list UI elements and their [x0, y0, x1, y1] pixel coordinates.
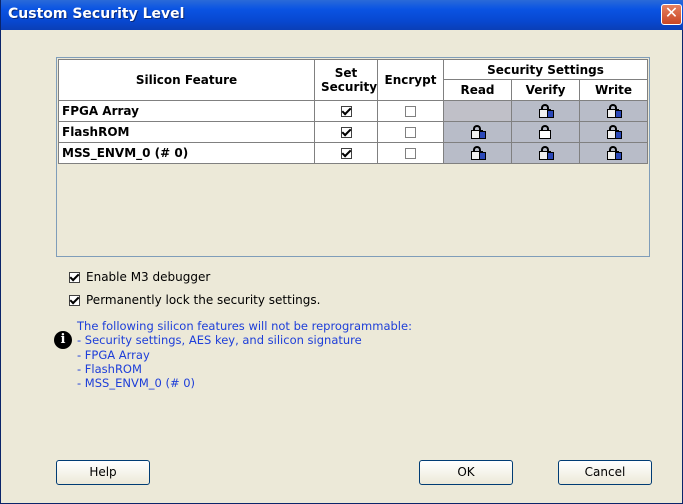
header-set-security-label: Set Security: [321, 66, 378, 94]
encrypt-checkbox[interactable]: [405, 127, 416, 138]
header-read: Read: [443, 79, 512, 101]
close-icon: ✕: [664, 3, 679, 22]
read-cell[interactable]: [443, 142, 512, 164]
encrypt-cell[interactable]: [377, 121, 444, 143]
info-line: The following silicon features will not …: [77, 319, 412, 333]
set-security-cell[interactable]: [314, 121, 378, 143]
close-button[interactable]: ✕: [661, 3, 682, 25]
cancel-button[interactable]: Cancel: [558, 460, 652, 485]
lock-icon: [606, 104, 622, 119]
info-line: - MSS_ENVM_0 (# 0): [77, 376, 196, 391]
header-write: Write: [579, 79, 648, 101]
header-encrypt: Encrypt: [377, 59, 444, 101]
encrypt-checkbox[interactable]: [405, 106, 416, 117]
write-cell[interactable]: [579, 121, 648, 143]
encrypt-cell[interactable]: [377, 100, 444, 122]
lock-icon: [606, 125, 622, 140]
enable-debugger-checkbox[interactable]: [69, 272, 80, 283]
row-name: FlashROM: [58, 121, 315, 143]
permanent-lock-checkbox[interactable]: [69, 295, 80, 306]
read-cell[interactable]: [443, 121, 512, 143]
encrypt-cell[interactable]: [377, 142, 444, 164]
header-verify: Verify: [511, 79, 580, 101]
set-security-cell[interactable]: [314, 142, 378, 164]
set-security-checkbox[interactable]: [340, 106, 352, 117]
set-security-checkbox[interactable]: [340, 148, 352, 159]
window-title: Custom Security Level: [8, 6, 185, 22]
write-cell[interactable]: [579, 142, 648, 164]
row-name: MSS_ENVM_0 (# 0): [58, 142, 315, 164]
table-row: FlashROM: [58, 121, 648, 143]
enable-debugger-label: Enable M3 debugger: [86, 270, 211, 284]
security-table: Silicon Feature Set Security Encrypt Sec…: [58, 59, 648, 164]
row-name: FPGA Array: [58, 100, 315, 122]
security-grid: Silicon Feature Set Security Encrypt Sec…: [56, 57, 650, 257]
info-message: The following silicon features will not …: [77, 319, 412, 390]
enable-debugger-option[interactable]: Enable M3 debugger: [69, 270, 210, 284]
custom-security-dialog: Custom Security Level ✕ Silicon Feature …: [0, 0, 683, 504]
encrypt-checkbox[interactable]: [405, 148, 416, 159]
title-bar[interactable]: Custom Security Level ✕: [1, 0, 683, 30]
verify-cell[interactable]: [511, 121, 580, 143]
set-security-cell[interactable]: [314, 100, 378, 122]
permanent-lock-option[interactable]: Permanently lock the security settings.: [69, 293, 320, 307]
verify-cell[interactable]: [511, 100, 580, 122]
read-cell: [443, 100, 512, 122]
table-row: FPGA Array: [58, 100, 648, 122]
set-security-checkbox[interactable]: [340, 127, 352, 138]
info-line: - Security settings, AES key, and silico…: [77, 333, 362, 348]
lock-plain-icon: [538, 125, 554, 140]
header-set-security: Set Security: [314, 59, 378, 101]
write-cell[interactable]: [579, 100, 648, 122]
header-security-settings: Security Settings: [443, 59, 648, 80]
table-row: MSS_ENVM_0 (# 0): [58, 142, 648, 164]
lock-icon: [538, 104, 554, 119]
lock-icon: [470, 125, 486, 140]
lock-icon: [538, 146, 554, 161]
info-icon: i: [54, 331, 72, 349]
verify-cell[interactable]: [511, 142, 580, 164]
help-button[interactable]: Help: [56, 460, 150, 485]
permanent-lock-label: Permanently lock the security settings.: [86, 293, 321, 307]
header-silicon-feature: Silicon Feature: [58, 59, 315, 101]
ok-button[interactable]: OK: [419, 460, 513, 485]
info-line: - FPGA Array: [77, 347, 150, 362]
lock-icon: [606, 146, 622, 161]
lock-icon: [470, 146, 486, 161]
info-line: - FlashROM: [77, 361, 142, 376]
